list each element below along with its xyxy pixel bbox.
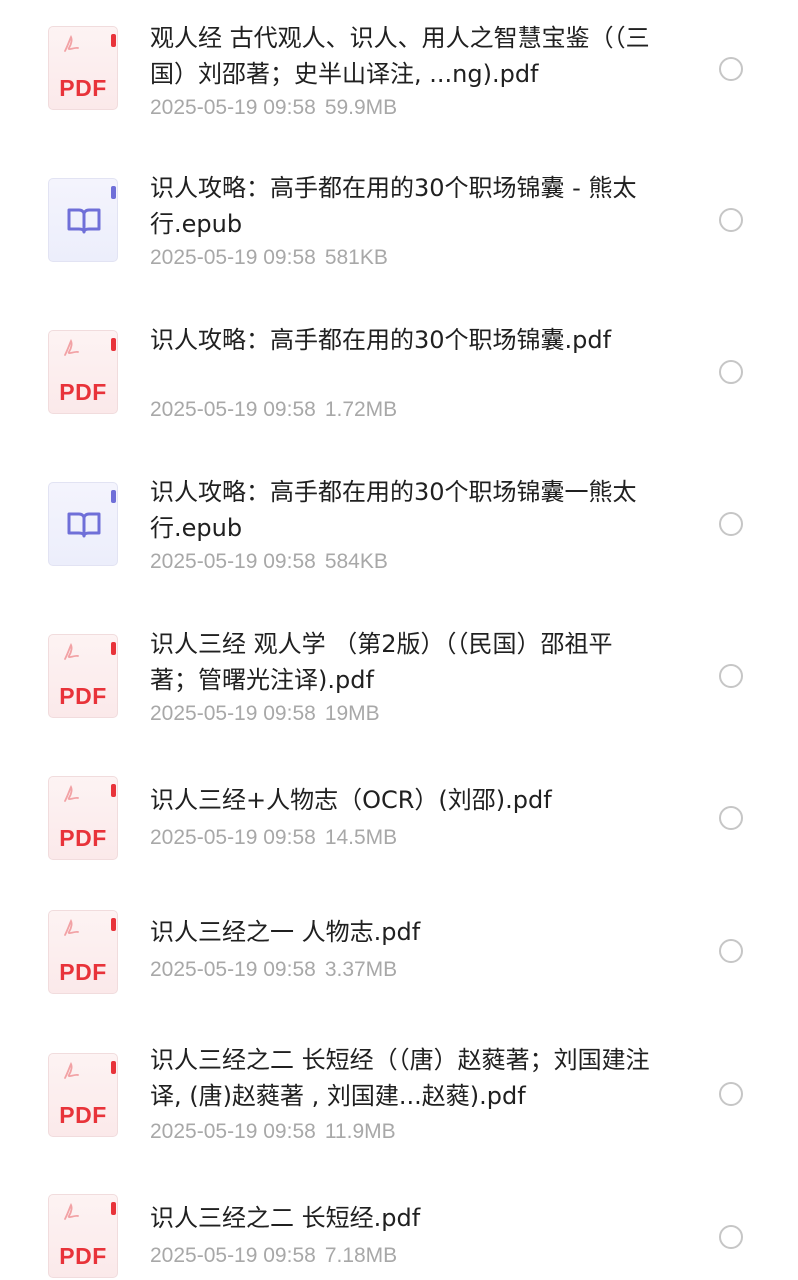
file-size: 1.72MB — [324, 398, 398, 421]
file-row[interactable]: PDF 识人三经之二 长短经（（唐）赵蕤著；刘国建注译, (唐)赵蕤著 , 刘国… — [0, 1026, 798, 1176]
file-meta: 2025-05-19 09:58 7.18MB — [150, 1244, 397, 1268]
file-date: 2025-05-19 09:58 — [150, 1120, 316, 1143]
file-date: 2025-05-19 09:58 — [150, 826, 316, 849]
file-name: 识人攻略：高手都在用的30个职场锦囊.pdf — [150, 326, 612, 354]
file-name: 观人经 古代观人、识人、用人之智慧宝鉴（（三国）刘邵著；史半山译注, ...ng… — [150, 24, 650, 88]
file-date: 2025-05-19 09:58 — [150, 1244, 316, 1267]
open-book-icon — [67, 512, 101, 538]
file-meta: 2025-05-19 09:58 584KB — [150, 550, 388, 574]
file-row[interactable]: 识人攻略：高手都在用的30个职场锦囊 - 熊太行.epub 2025-05-19… — [0, 150, 798, 302]
file-list: PDF 观人经 古代观人、识人、用人之智慧宝鉴（（三国）刘邵著；史半山译注, .… — [0, 0, 798, 1280]
file-size: 11.9MB — [324, 1120, 396, 1143]
select-radio-button[interactable] — [719, 360, 743, 384]
pdf-file-icon: PDF — [48, 1194, 118, 1278]
file-row[interactable]: PDF 识人攻略：高手都在用的30个职场锦囊.pdf 2025-05-19 09… — [0, 302, 798, 454]
file-name: 识人三经+人物志（OCR）(刘邵).pdf — [150, 786, 552, 814]
select-radio-button[interactable] — [719, 1082, 743, 1106]
epub-book-icon — [48, 178, 118, 262]
file-name: 识人攻略：高手都在用的30个职场锦囊 - 熊太行.epub — [150, 174, 637, 238]
pdf-file-icon: PDF — [48, 634, 118, 718]
pdf-file-icon: PDF — [48, 26, 118, 110]
file-name: 识人三经之二 长短经.pdf — [150, 1204, 421, 1232]
select-radio-button[interactable] — [719, 208, 743, 232]
file-row[interactable]: PDF 识人三经 观人学 （第2版）（（民国）邵祖平著；管曙光注译).pdf 2… — [0, 606, 798, 758]
pdf-file-icon: PDF — [48, 330, 118, 414]
open-book-icon — [67, 208, 101, 234]
file-row[interactable]: 识人攻略：高手都在用的30个职场锦囊一熊太行.epub 2025-05-19 0… — [0, 454, 798, 606]
file-size: 7.18MB — [324, 1244, 398, 1267]
file-meta: 2025-05-19 09:58 3.37MB — [150, 958, 397, 982]
epub-book-icon — [48, 482, 118, 566]
file-size: 581KB — [324, 246, 388, 269]
file-date: 2025-05-19 09:58 — [150, 550, 316, 573]
select-radio-button[interactable] — [719, 1225, 743, 1249]
select-radio-button[interactable] — [719, 806, 743, 830]
file-row[interactable]: PDF 识人三经之一 人物志.pdf 2025-05-19 09:58 3.37M… — [0, 890, 798, 1026]
file-size: 584KB — [324, 550, 388, 573]
file-date: 2025-05-19 09:58 — [150, 702, 316, 725]
select-radio-button[interactable] — [719, 512, 743, 536]
file-date: 2025-05-19 09:58 — [150, 398, 316, 421]
file-row[interactable]: PDF 识人三经之二 长短经.pdf 2025-05-19 09:58 7.18M… — [0, 1176, 798, 1280]
select-radio-button[interactable] — [719, 57, 743, 81]
file-name: 识人三经 观人学 （第2版）（（民国）邵祖平著；管曙光注译).pdf — [150, 630, 613, 694]
pdf-file-icon: PDF — [48, 1053, 118, 1137]
file-name: 识人三经之一 人物志.pdf — [150, 918, 421, 946]
file-meta: 2025-05-19 09:58 14.5MB — [150, 826, 397, 850]
file-row[interactable]: PDF 识人三经+人物志（OCR）(刘邵).pdf 2025-05-19 09:… — [0, 758, 798, 890]
file-date: 2025-05-19 09:58 — [150, 958, 316, 981]
file-size: 59.9MB — [324, 96, 398, 119]
file-meta: 2025-05-19 09:58 581KB — [150, 246, 388, 270]
file-date: 2025-05-19 09:58 — [150, 96, 316, 119]
select-radio-button[interactable] — [719, 939, 743, 963]
file-name: 识人三经之二 长短经（（唐）赵蕤著；刘国建注译, (唐)赵蕤著 , 刘国建...… — [150, 1046, 650, 1110]
file-meta: 2025-05-19 09:58 19MB — [150, 702, 380, 726]
file-size: 19MB — [324, 702, 380, 725]
pdf-file-icon: PDF — [48, 910, 118, 994]
select-radio-button[interactable] — [719, 664, 743, 688]
file-meta: 2025-05-19 09:58 11.9MB — [150, 1120, 396, 1144]
pdf-file-icon: PDF — [48, 776, 118, 860]
file-row[interactable]: PDF 观人经 古代观人、识人、用人之智慧宝鉴（（三国）刘邵著；史半山译注, .… — [0, 0, 798, 150]
file-size: 14.5MB — [324, 826, 398, 849]
file-date: 2025-05-19 09:58 — [150, 246, 316, 269]
file-meta: 2025-05-19 09:58 1.72MB — [150, 398, 397, 422]
file-name: 识人攻略：高手都在用的30个职场锦囊一熊太行.epub — [150, 478, 637, 542]
file-size: 3.37MB — [324, 958, 398, 981]
file-meta: 2025-05-19 09:58 59.9MB — [150, 96, 397, 120]
